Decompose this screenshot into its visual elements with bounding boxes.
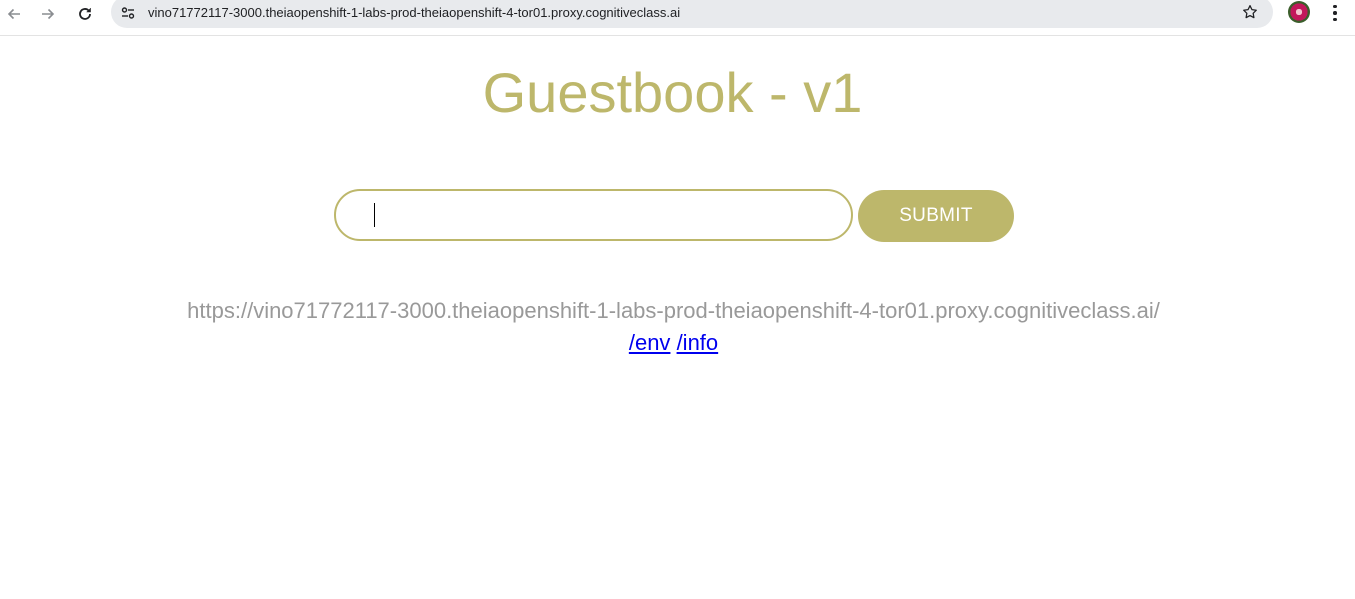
star-icon[interactable] (1241, 3, 1259, 21)
info-link[interactable]: /info (677, 330, 719, 355)
browser-toolbar: vino71772117-3000.theiaopenshift-1-labs-… (0, 0, 1355, 36)
address-bar[interactable]: vino71772117-3000.theiaopenshift-1-labs-… (111, 0, 1273, 28)
env-link[interactable]: /env (629, 330, 671, 355)
back-arrow-icon[interactable] (2, 2, 26, 26)
info-links: /env /info (629, 330, 718, 355)
guestbook-form: SUBMIT (334, 189, 1024, 243)
host-info: https://vino71772117-3000.theiaopenshift… (0, 295, 1347, 359)
kebab-menu-icon[interactable] (1326, 2, 1344, 24)
page-title: Guestbook - v1 (482, 61, 863, 124)
address-bar-url[interactable]: vino71772117-3000.theiaopenshift-1-labs-… (148, 5, 680, 20)
reload-icon[interactable] (73, 2, 97, 26)
site-info-icon[interactable] (119, 4, 137, 22)
guestbook-entry-input[interactable] (334, 189, 853, 241)
text-caret (374, 203, 375, 227)
host-url-text: https://vino71772117-3000.theiaopenshift… (187, 298, 1160, 323)
guestbook-page: Guestbook - v1 SUBMIT https://vino717721… (0, 37, 1355, 599)
forward-arrow-icon[interactable] (36, 2, 60, 26)
avatar[interactable] (1288, 1, 1310, 23)
submit-button[interactable]: SUBMIT (858, 190, 1014, 242)
